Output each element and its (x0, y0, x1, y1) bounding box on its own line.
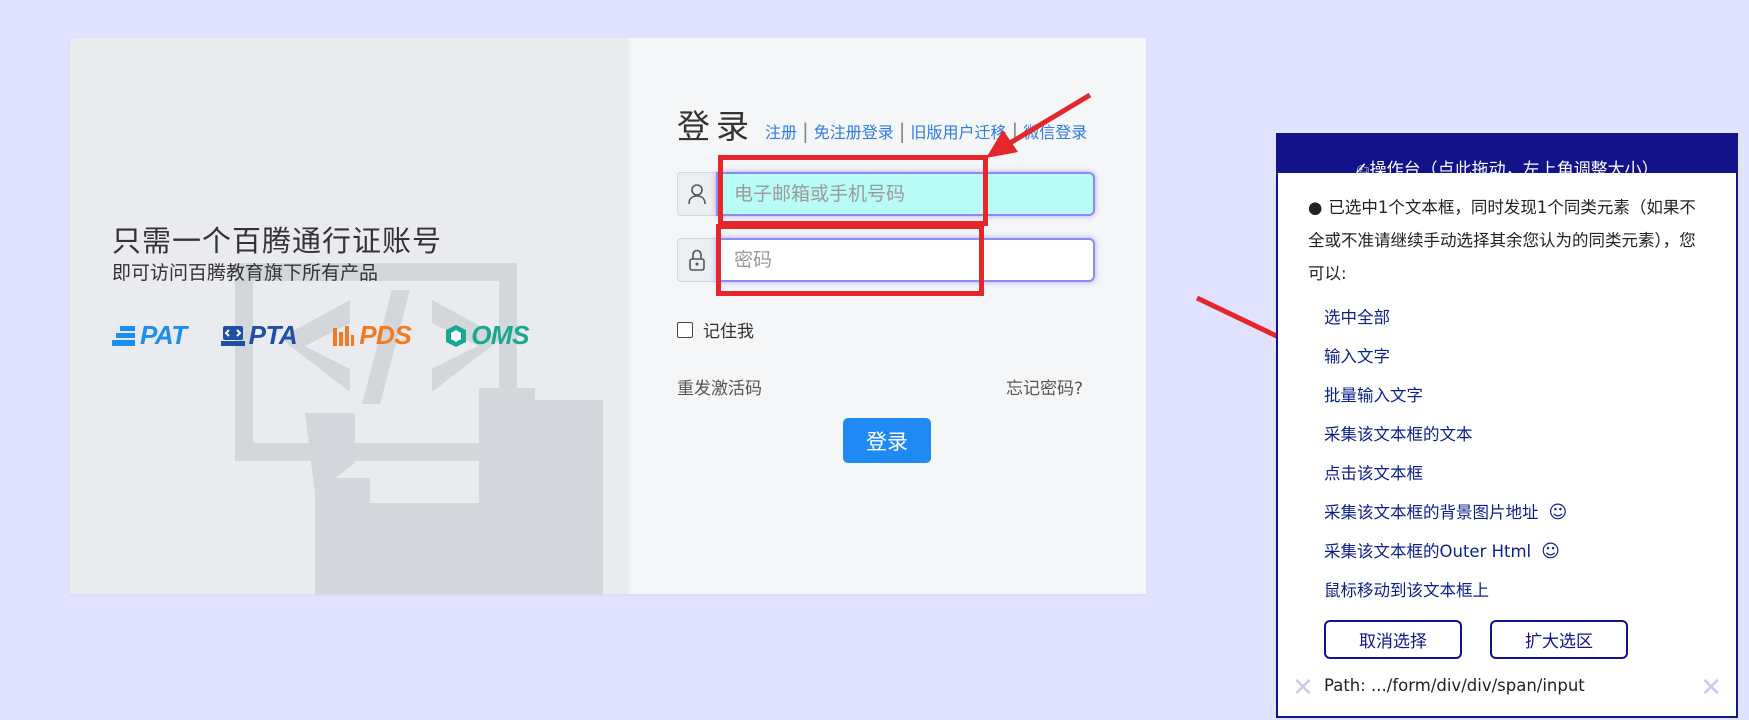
action-mouse-hover[interactable]: 鼠标移动到该文本框上 (1324, 571, 1706, 610)
brand-oms[interactable]: OMS (445, 320, 529, 351)
panel-drag-header[interactable]: ✍操作台（点此拖动，左上角调整大小） (1278, 135, 1736, 173)
smile-icon: ☺ (1541, 541, 1560, 562)
login-button[interactable]: 登录 (843, 418, 931, 463)
brand-pta[interactable]: PTA (220, 320, 298, 351)
remember-me[interactable]: 记住我 (677, 317, 754, 342)
pta-icon (220, 325, 245, 346)
password-input[interactable] (716, 238, 1095, 282)
username-field (677, 172, 1095, 216)
guest-login-link[interactable]: 免注册登录 (814, 119, 894, 143)
slogan-main: 只需一个百腾通行证账号 (112, 224, 443, 258)
brand-pat-label: PAT (140, 320, 187, 350)
action-collect-text[interactable]: 采集该文本框的文本 (1324, 415, 1706, 454)
legacy-migration-link[interactable]: 旧版用户迁移 (911, 119, 1007, 143)
brand-list: PAT PTA PDS OMS (112, 320, 529, 351)
action-select-all[interactable]: 选中全部 (1324, 298, 1706, 337)
action-input-text[interactable]: 输入文字 (1324, 337, 1706, 376)
resend-activation-link[interactable]: 重发激活码 (677, 374, 762, 399)
pds-icon (333, 325, 355, 346)
password-field (677, 238, 1095, 282)
login-form-panel: 登录 注册 | 免注册登录 | 旧版用户迁移 | 微信登录 电子邮箱或手机号码 … (629, 38, 1146, 594)
selection-message: ● 已选中1个文本框，同时发现1个同类元素（如果不全或不准请继续手动选择其余您认为… (1308, 191, 1706, 290)
link-separator: | (802, 119, 809, 143)
login-title: 登录 (677, 107, 755, 146)
panel-title: ✍操作台（点此拖动，左上角调整大小） (1355, 160, 1659, 173)
action-collect-outer-html[interactable]: 采集该文本框的Outer Html ☺ (1324, 532, 1706, 571)
brand-pds[interactable]: PDS (331, 320, 412, 351)
remember-checkbox[interactable] (677, 321, 693, 338)
login-card: 只需一个百腾通行证账号 即可访问百腾教育旗下所有产品 PAT PTA PDS O… (70, 38, 1146, 594)
link-separator: | (898, 119, 906, 143)
action-click-element[interactable]: 点击该文本框 (1324, 454, 1706, 493)
lock-icon (677, 238, 716, 282)
close-icon[interactable]: ✕ (1292, 675, 1314, 701)
action-list: 选中全部 输入文字 批量输入文字 采集该文本框的文本 点击该文本框 采集该文本框… (1308, 298, 1706, 610)
panel-button-row: 取消选择 扩大选区 (1308, 620, 1706, 659)
brand-pds-label: PDS (359, 320, 412, 350)
promo-panel: 只需一个百腾通行证账号 即可访问百腾教育旗下所有产品 PAT PTA PDS O… (70, 38, 629, 594)
remember-label: 记住我 (703, 322, 754, 342)
brand-oms-label: OMS (471, 320, 529, 350)
oms-icon (446, 324, 467, 347)
action-batch-input-text[interactable]: 批量输入文字 (1324, 376, 1706, 415)
close-icon[interactable]: ✕ (1700, 675, 1722, 701)
user-icon (677, 172, 716, 216)
smile-icon: ☺ (1548, 502, 1568, 523)
forgot-password-link[interactable]: 忘记密码? (1006, 374, 1083, 399)
cancel-selection-button[interactable]: 取消选择 (1324, 620, 1462, 659)
action-collect-bg-image-label: 采集该文本框的背景图片地址 (1324, 503, 1539, 522)
code-book-illustration (235, 263, 603, 594)
link-separator: | (1011, 119, 1019, 143)
panel-body: ● 已选中1个文本框，同时发现1个同类元素（如果不全或不准请继续手动选择其余您认为… (1278, 173, 1736, 716)
register-link[interactable]: 注册 (765, 119, 797, 143)
action-collect-outer-html-label: 采集该文本框的Outer Html (1324, 542, 1532, 561)
login-links: 注册 | 免注册登录 | 旧版用户迁移 | 微信登录 (765, 119, 1087, 143)
element-path: Path: .../form/div/div/span/input (1324, 676, 1585, 695)
brand-pta-label: PTA (248, 320, 298, 350)
operation-panel: ✍操作台（点此拖动，左上角调整大小） ● 已选中1个文本框，同时发现1个同类元素（… (1276, 133, 1738, 718)
pat-icon (112, 325, 135, 346)
brand-pat[interactable]: PAT (112, 320, 187, 351)
expand-selection-button[interactable]: 扩大选区 (1490, 620, 1628, 659)
action-collect-bg-image[interactable]: 采集该文本框的背景图片地址 ☺ (1324, 493, 1706, 532)
slogan-sub: 即可访问百腾教育旗下所有产品 (112, 262, 379, 284)
username-input[interactable] (716, 172, 1095, 216)
bullet-icon: ● (1308, 198, 1323, 217)
wechat-login-link[interactable]: 微信登录 (1023, 119, 1087, 143)
selection-message-text: 已选中1个文本框，同时发现1个同类元素（如果不全或不准请继续手动选择其余您认为的… (1308, 198, 1696, 283)
login-header: 登录 注册 | 免注册登录 | 旧版用户迁移 | 微信登录 (677, 100, 1087, 148)
